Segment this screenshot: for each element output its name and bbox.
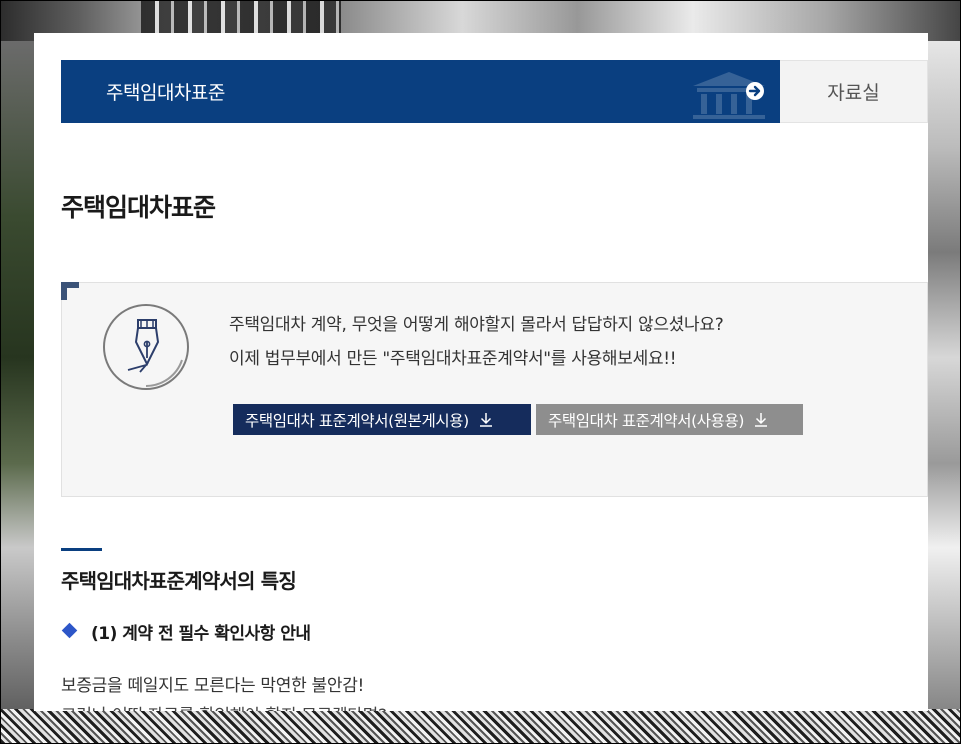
section-title-bar [61,548,102,551]
intro-text-line-2: 이제 법무부에서 만든 "주택임대차표준계약서"를 사용해보세요!! [229,349,677,369]
diamond-bullet-icon [61,622,78,639]
fountain-pen-icon [103,304,189,390]
download-icon [479,413,492,427]
background-right [926,41,960,743]
content-panel: 주택임대차표준 자료실 주택임대차표준 주택임대차 계약, 무엇을 어떻게 해야… [34,33,928,711]
intro-box: 주택임대차 계약, 무엇을 어떻게 해야할지 몰라서 답답하지 않으셨나요? 이… [61,282,928,497]
intro-text-line-1: 주택임대차 계약, 무엇을 어떻게 해야할지 몰라서 답답하지 않으셨나요? [229,315,724,335]
section-subtitle: (1) 계약 전 필수 확인사항 안내 [91,624,311,644]
background-left [1,41,35,743]
background-carpet [1,709,960,743]
download-usage-label: 주택임대차 표준계약서(사용용) [548,411,745,430]
body-text-line-2: 그러나 어떤 자료를 확인해야 할지 모르겠다면? [61,701,387,711]
download-icon [755,413,768,427]
nav-tab-label: 주택임대차표준 [106,82,225,104]
download-original-button[interactable]: 주택임대차 표준계약서(원본게시용) [233,404,531,435]
page-title: 주택임대차표준 [61,193,216,222]
section-title: 주택임대차표준계약서의 특징 [61,569,297,593]
corner-accent [61,282,79,300]
body-text-line-1: 보증금을 떼일지도 모른다는 막연한 불안감! [61,676,365,696]
nav-tab-archive[interactable]: 자료실 [780,60,928,123]
arrow-right-circle-icon[interactable] [744,80,766,102]
section-navbar: 주택임대차표준 자료실 [61,60,928,123]
download-usage-button[interactable]: 주택임대차 표준계약서(사용용) [536,404,803,435]
nav-tab-lease-standard[interactable]: 주택임대차표준 [61,60,780,123]
download-original-label: 주택임대차 표준계약서(원본게시용) [245,411,469,430]
